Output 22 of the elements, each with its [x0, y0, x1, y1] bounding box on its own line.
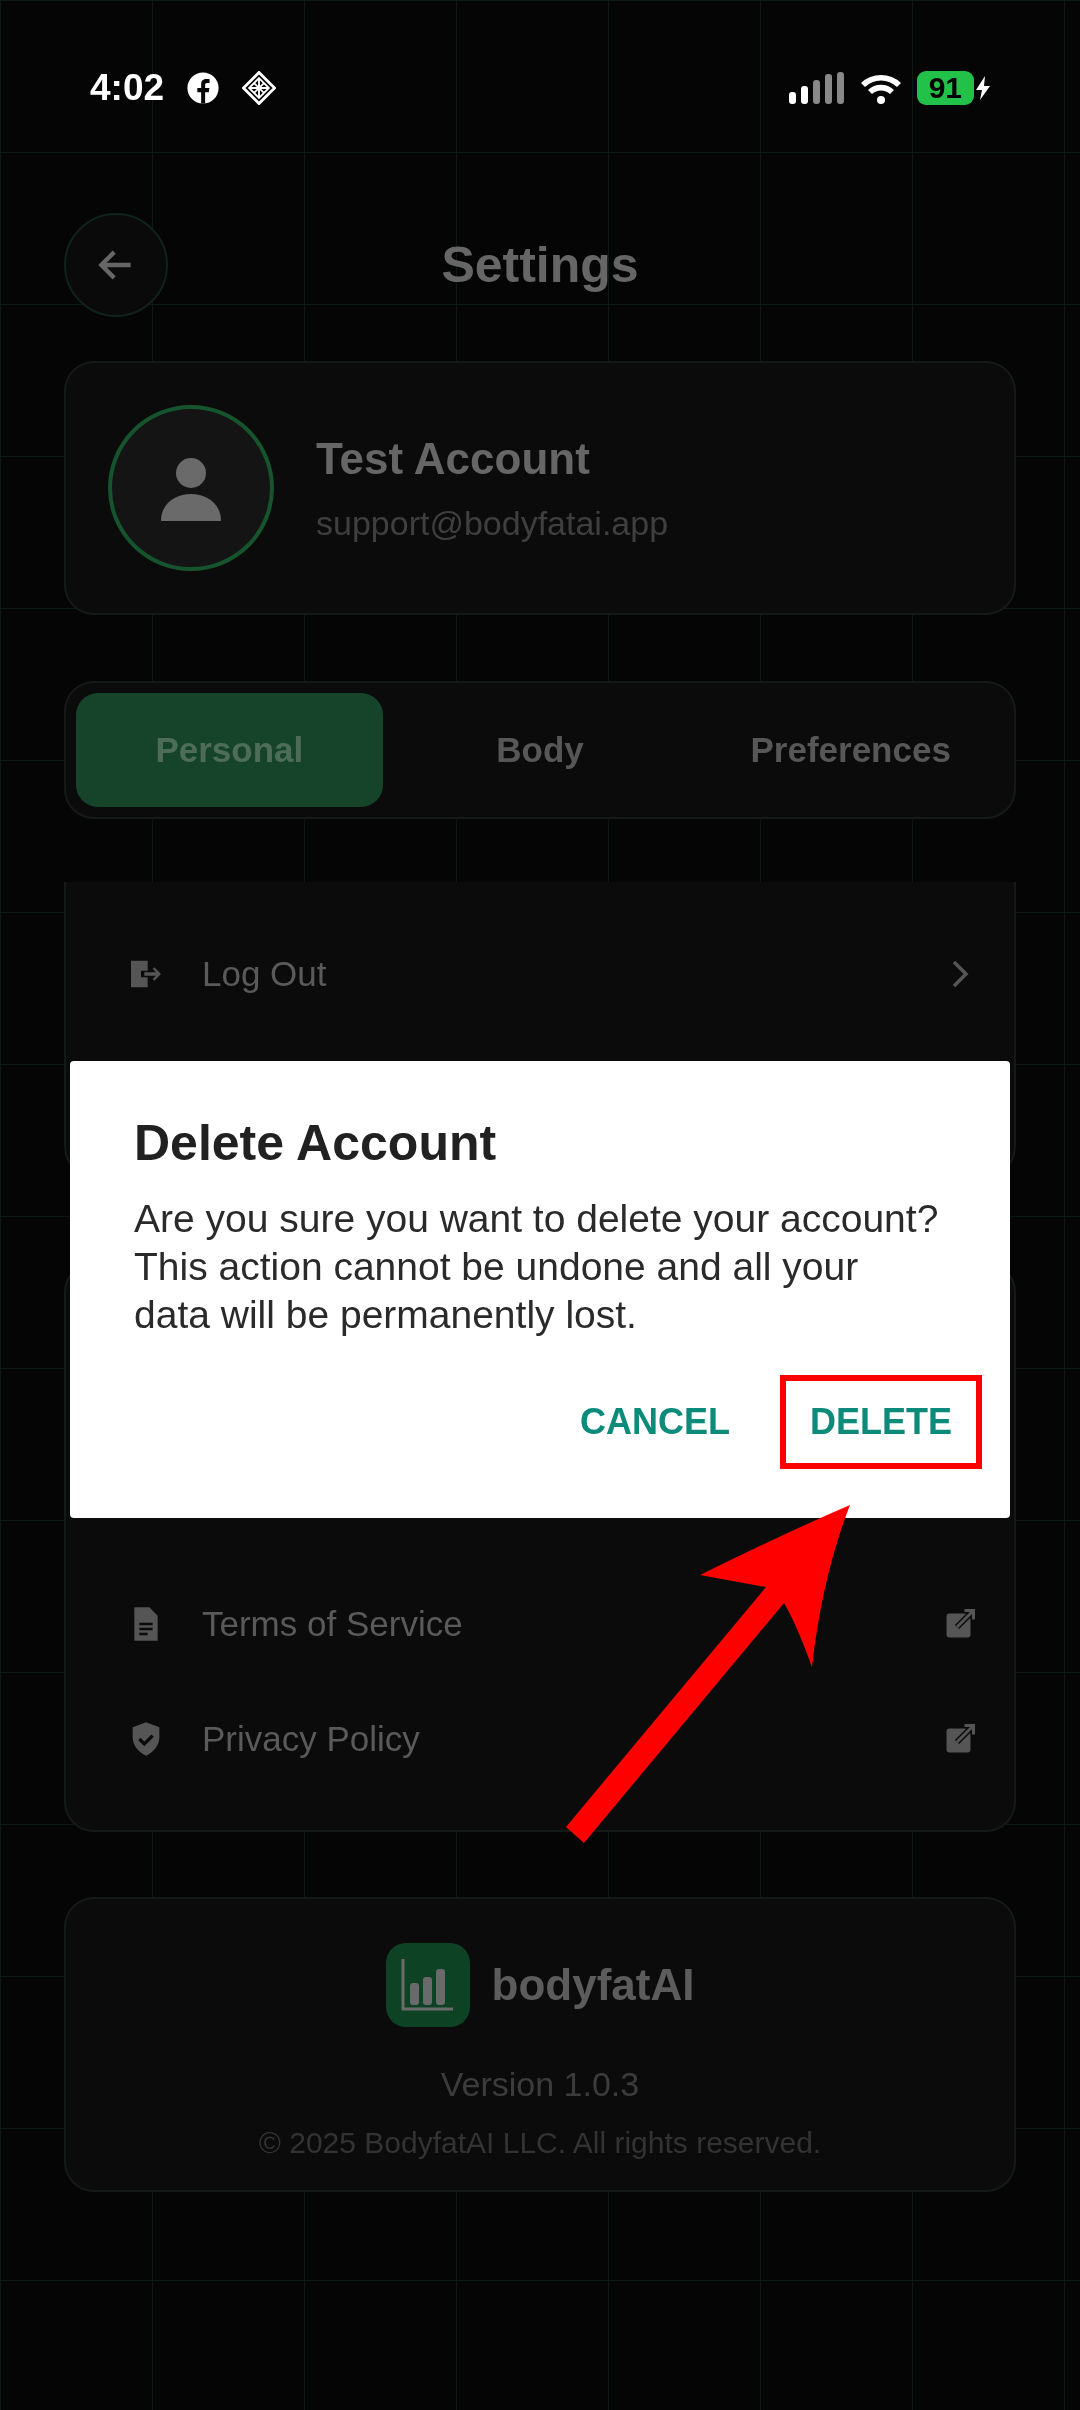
row-label: Log Out — [202, 954, 328, 994]
dialog-message: Are you sure you want to delete your account? This action cannot be undone and all your data will be permanently lost. — [134, 1196, 940, 1338]
dialog-button[interactable]: CANCEL — [550, 1375, 760, 1469]
dialog-button[interactable]: DELETE — [780, 1375, 982, 1469]
page-title: Settings — [441, 236, 639, 294]
app-logo-icon — [385, 1943, 470, 2027]
app-name: bodyfatAI — [491, 1960, 695, 2010]
row-label: Terms of Service — [202, 1603, 464, 1644]
settings-row[interactable]: Log Out — [126, 917, 978, 1031]
diamond-grid-icon — [242, 70, 277, 105]
row-label: Privacy Policy — [202, 1718, 421, 1759]
tab[interactable]: Personal — [76, 693, 383, 807]
signal-icon — [788, 71, 845, 104]
battery-indicator: 91 — [916, 70, 974, 105]
profile-name: Test Account — [316, 433, 591, 484]
tab[interactable]: Body — [386, 693, 694, 807]
dialog-title: Delete Account — [134, 1115, 498, 1171]
settings-row[interactable]: Terms of Service — [126, 1566, 978, 1681]
clock-time: 4:02 — [90, 66, 165, 109]
facebook-icon — [186, 70, 221, 105]
tab[interactable]: Preferences — [697, 693, 1004, 807]
charging-bolt-icon — [976, 75, 990, 100]
